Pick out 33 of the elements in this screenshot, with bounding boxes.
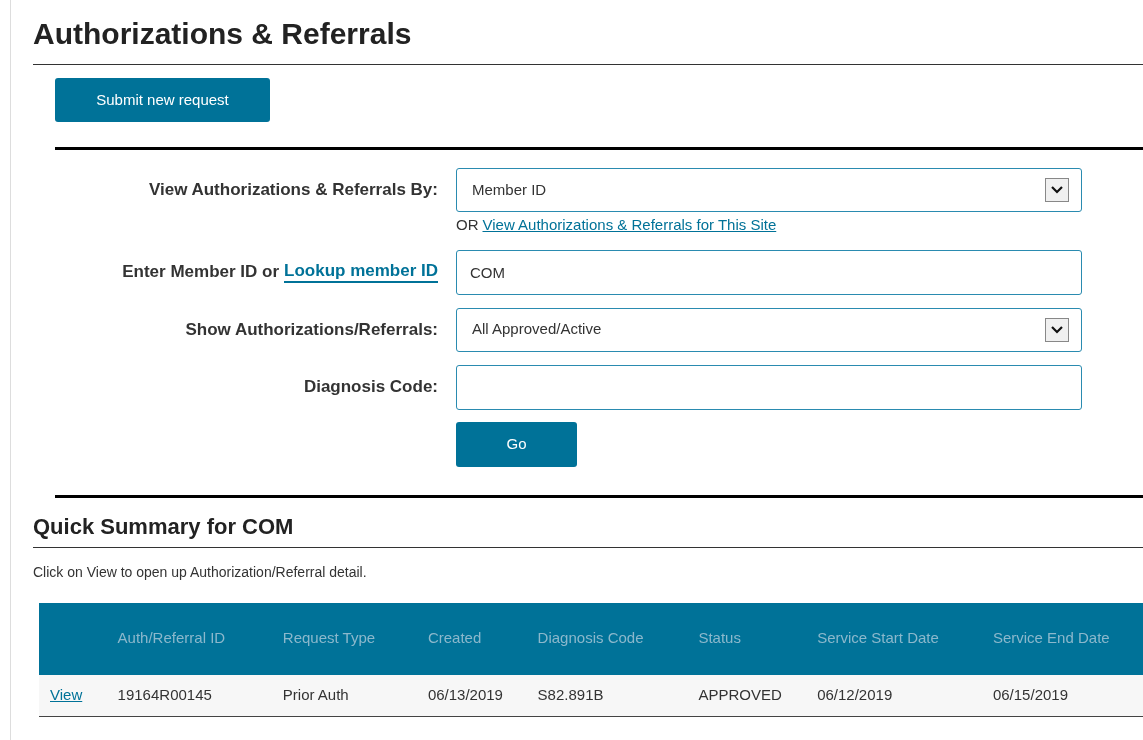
field-label: Diagnosis Code: [303, 375, 438, 398]
table-cell: APPROVED [698, 686, 782, 703]
column-header: Auth/Referral ID [117, 628, 226, 649]
field-label: Enter Member ID or [122, 260, 280, 283]
table-cell: 06/12/2019 [817, 686, 893, 703]
table-cell: 19164R00145 [117, 686, 212, 703]
dropdown[interactable]: Member ID [456, 168, 1082, 212]
instruction-text: Click on View to open up Authorization/Referral detail. [33, 562, 367, 582]
column-header: Diagnosis Code [537, 628, 644, 649]
chevron-down-icon [1045, 178, 1069, 202]
submit-request-button[interactable]: Submit new request [55, 78, 270, 122]
lookup-link[interactable]: Lookup member ID [284, 260, 438, 283]
page-title: Authorizations & Referrals [33, 16, 412, 52]
field-label: Show Authorizations/Referrals: [185, 318, 438, 341]
table-cell: 06/13/2019 [427, 686, 503, 703]
column-header: Service Start Date [817, 628, 939, 649]
column-header: Status [698, 628, 741, 649]
or-text: OR [456, 215, 479, 235]
diagnosis-code-field[interactable] [456, 364, 1082, 410]
dropdown[interactable]: All Approved/Active [456, 307, 1082, 352]
column-header: Service End Date [992, 628, 1110, 649]
table-cell: S82.891B [537, 686, 604, 703]
section-title: Quick Summary for COM [33, 512, 294, 541]
chevron-down-icon [1045, 317, 1069, 342]
column-header: Created [427, 628, 482, 649]
member-id-field[interactable]: COM [456, 249, 1082, 295]
table-cell: Prior Auth [282, 686, 349, 703]
go-button[interactable]: Go [456, 421, 577, 467]
field-label: View Authorizations & Referrals By: [148, 179, 438, 202]
table-cell: 06/15/2019 [992, 686, 1068, 703]
view-link[interactable]: View [50, 686, 83, 703]
column-header: Request Type [282, 628, 376, 649]
site-link[interactable]: View Authorizations & Referrals for This Site [482, 214, 777, 237]
